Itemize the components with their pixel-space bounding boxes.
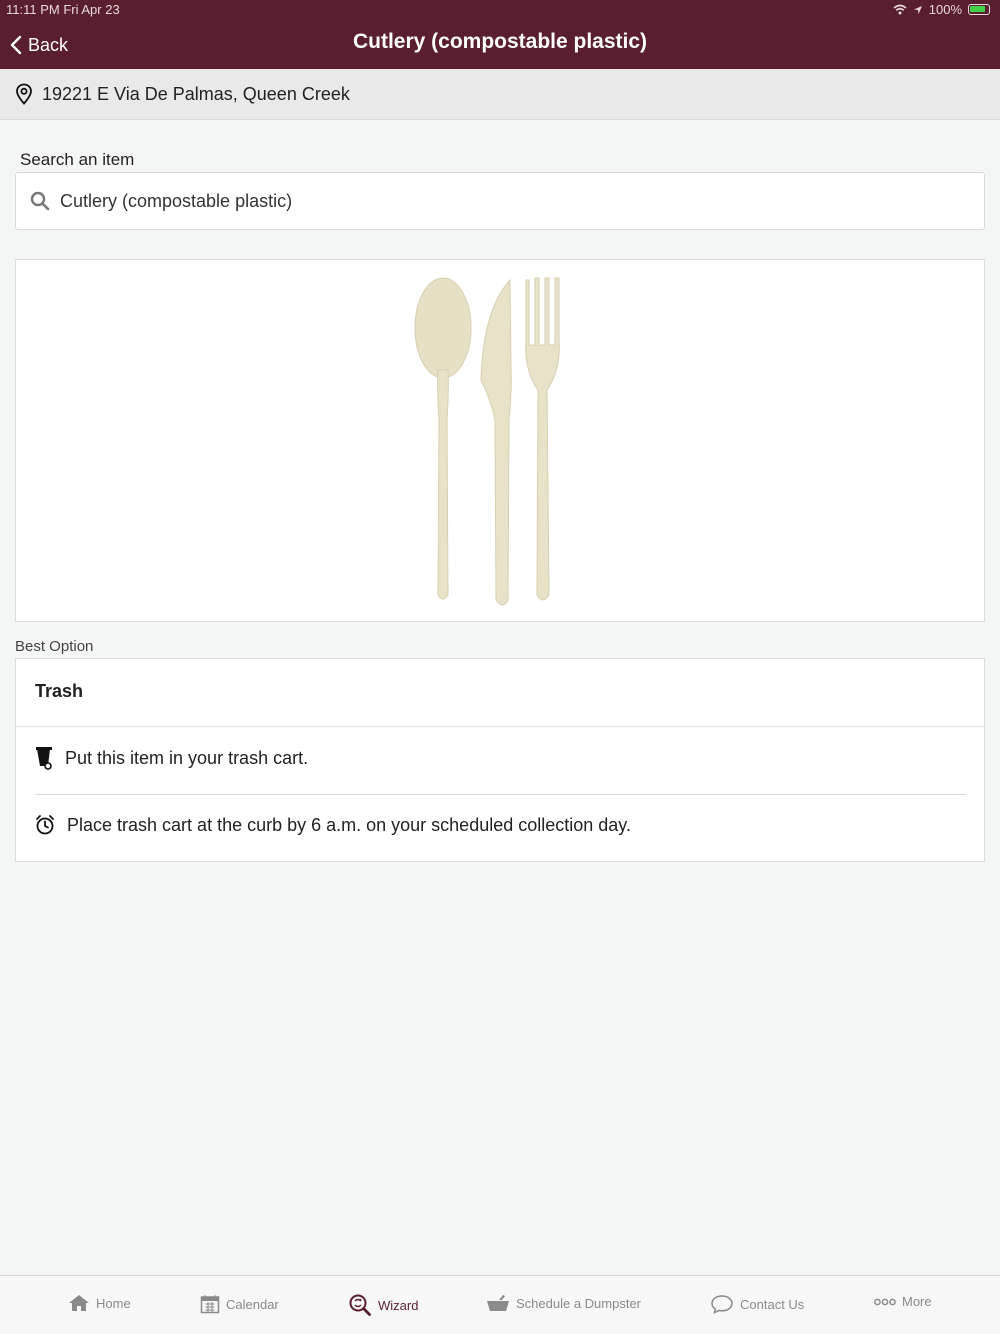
status-time: 11:11 PM Fri Apr 23: [6, 2, 120, 17]
search-icon: [30, 191, 50, 211]
tab-contact-us[interactable]: Contact Us: [710, 1294, 804, 1314]
page-title: Cutlery (compostable plastic): [352, 30, 648, 53]
tab-wizard[interactable]: Wizard: [348, 1294, 418, 1316]
tab-schedule-dumpster[interactable]: Schedule a Dumpster: [486, 1294, 641, 1312]
tab-label: More: [902, 1294, 932, 1309]
instruction-row: Place trash cart at the curb by 6 a.m. o…: [35, 814, 631, 836]
option-title: Trash: [35, 681, 84, 701]
tab-label: Schedule a Dumpster: [516, 1295, 642, 1311]
address-bar[interactable]: 19221 E Via De Palmas, Queen Creek: [0, 69, 1000, 120]
tab-calendar[interactable]: Calendar: [200, 1294, 279, 1314]
tab-label: Calendar: [226, 1296, 279, 1312]
tab-label: Wizard: [378, 1297, 419, 1313]
tab-label: Contact Us: [740, 1296, 805, 1312]
trash-cart-icon: [36, 747, 52, 770]
status-indicators: 100%: [893, 2, 990, 17]
tab-label: Home: [96, 1295, 131, 1311]
search-field[interactable]: [15, 172, 985, 230]
search-label: Search an item: [20, 150, 135, 169]
divider: [35, 794, 966, 795]
tab-bar: Home Calendar Wizard Schedule a Dumpster…: [0, 1275, 1000, 1334]
search-input[interactable]: [60, 190, 940, 212]
divider: [16, 726, 984, 727]
home-icon: [69, 1295, 89, 1311]
tab-home[interactable]: Home: [68, 1294, 131, 1312]
best-option-label: Best Option: [15, 638, 94, 655]
battery-percent: 100%: [928, 2, 962, 17]
instruction-row: Put this item in your trash cart.: [35, 746, 308, 770]
best-option-card: Trash Put this item in your trash cart. …: [15, 658, 985, 862]
wizard-icon: [349, 1294, 371, 1316]
wifi-icon: [893, 4, 907, 15]
calendar-icon: [200, 1295, 220, 1314]
nav-header: 11:11 PM Fri Apr 23 100% Back Cutlery (c…: [0, 0, 1000, 69]
instruction-text: Place trash cart at the curb by 6 a.m. o…: [67, 814, 631, 835]
more-dots-icon: [874, 1298, 896, 1305]
dumpster-icon: [487, 1295, 509, 1311]
instruction-text: Put this item in your trash cart.: [65, 747, 309, 768]
tab-more[interactable]: More: [874, 1294, 932, 1309]
location-pin-icon: [16, 83, 32, 105]
chat-bubble-icon: [711, 1295, 733, 1314]
cutlery-image: [414, 277, 560, 606]
battery-icon: [968, 4, 990, 15]
alarm-clock-icon: [36, 815, 54, 835]
location-arrow-icon: [913, 5, 922, 14]
address-text: 19221 E Via De Palmas, Queen Creek: [42, 83, 350, 104]
item-image-card: [15, 259, 985, 622]
